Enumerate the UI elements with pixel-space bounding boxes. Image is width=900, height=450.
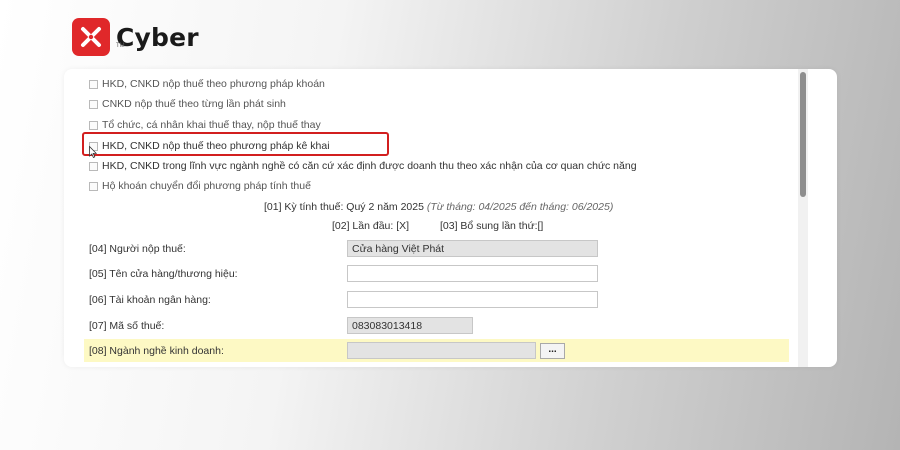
form-row-tax-code: [07] Mã số thuế: 083083013418 xyxy=(84,314,789,337)
business-line-browse-button[interactable]: ... xyxy=(540,343,565,359)
checkbox-label: Hộ khoán chuyển đổi phương pháp tính thu… xyxy=(102,180,311,192)
checkbox[interactable] xyxy=(89,120,98,130)
scrollbar-thumb[interactable] xyxy=(800,72,806,197)
tax-code-label: [07] Mã số thuế: xyxy=(89,320,165,332)
checkbox[interactable] xyxy=(89,161,98,171)
checkbox-row-lump-sum[interactable]: HKD, CNKD nộp thuế theo phương pháp khoá… xyxy=(89,78,325,90)
taxpayer-input[interactable]: Cửa hàng Việt Phát xyxy=(347,240,598,257)
checkbox[interactable] xyxy=(89,99,98,109)
checkbox-row-per-occurrence[interactable]: CNKD nộp thuế theo từng lần phát sinh xyxy=(89,98,286,110)
tax-period-note: (Từ tháng: 04/2025 đến tháng: 06/2025) xyxy=(426,201,614,213)
bank-account-input[interactable] xyxy=(347,291,598,308)
tax-declaration-panel: HKD, CNKD nộp thuế theo phương pháp khoá… xyxy=(64,69,837,367)
tax-code-input[interactable]: 083083013418 xyxy=(347,317,473,334)
brand-logo: TM Cyber xyxy=(72,18,199,56)
checkbox-label: HKD, CNKD nộp thuế theo phương pháp khoá… xyxy=(102,78,325,90)
form-row-taxpayer: [04] Người nộp thuế: Cửa hàng Việt Phát xyxy=(84,237,789,260)
form-row-bank-account: [06] Tài khoản ngân hàng: xyxy=(84,288,789,311)
taxpayer-label: [04] Người nộp thuế: xyxy=(89,243,186,255)
checkbox[interactable] xyxy=(89,79,98,89)
checkbox-label: CNKD nộp thuế theo từng lần phát sinh xyxy=(102,98,286,110)
checkbox-label: Tổ chức, cá nhân khai thuế thay, nộp thu… xyxy=(102,119,321,131)
form-row-store-name: [05] Tên cửa hàng/thương hiệu: xyxy=(84,262,789,285)
vertical-scrollbar[interactable] xyxy=(798,69,808,367)
bank-account-label: [06] Tài khoản ngân hàng: xyxy=(89,294,211,306)
checkbox-row-method-change[interactable]: Hộ khoán chuyển đổi phương pháp tính thu… xyxy=(89,180,311,192)
highlight-frame xyxy=(82,132,389,156)
brand-name: Cyber xyxy=(116,22,199,52)
business-line-label: [08] Ngành nghề kinh doanh: xyxy=(89,345,224,357)
checkbox-row-proxy-declaration[interactable]: Tổ chức, cá nhân khai thuế thay, nộp thu… xyxy=(89,119,321,131)
checkbox[interactable] xyxy=(89,181,98,191)
business-line-input[interactable] xyxy=(347,342,536,359)
checkbox-row-confirmed-revenue[interactable]: HKD, CNKD trong lĩnh vực ngành nghề có c… xyxy=(89,160,637,172)
tax-period-label: [01] Kỳ tính thuế: Quý 2 năm 2025 xyxy=(264,201,424,213)
store-name-label: [05] Tên cửa hàng/thương hiệu: xyxy=(89,268,238,280)
form-row-business-line: [08] Ngành nghề kinh doanh: ... xyxy=(84,339,789,362)
trademark-mark: TM xyxy=(116,43,125,49)
tax-period-line: [01] Kỳ tính thuế: Quý 2 năm 2025 (Từ th… xyxy=(264,201,613,213)
cyber-logo-icon xyxy=(72,18,110,56)
store-name-input[interactable] xyxy=(347,265,598,282)
first-submission: [02] Lần đầu: [X] xyxy=(332,220,410,232)
supplement-submission: [03] Bổ sung lần thứ:[] xyxy=(440,220,544,232)
mouse-cursor-icon xyxy=(89,146,97,158)
checkbox-label: HKD, CNKD trong lĩnh vực ngành nghề có c… xyxy=(102,160,637,172)
